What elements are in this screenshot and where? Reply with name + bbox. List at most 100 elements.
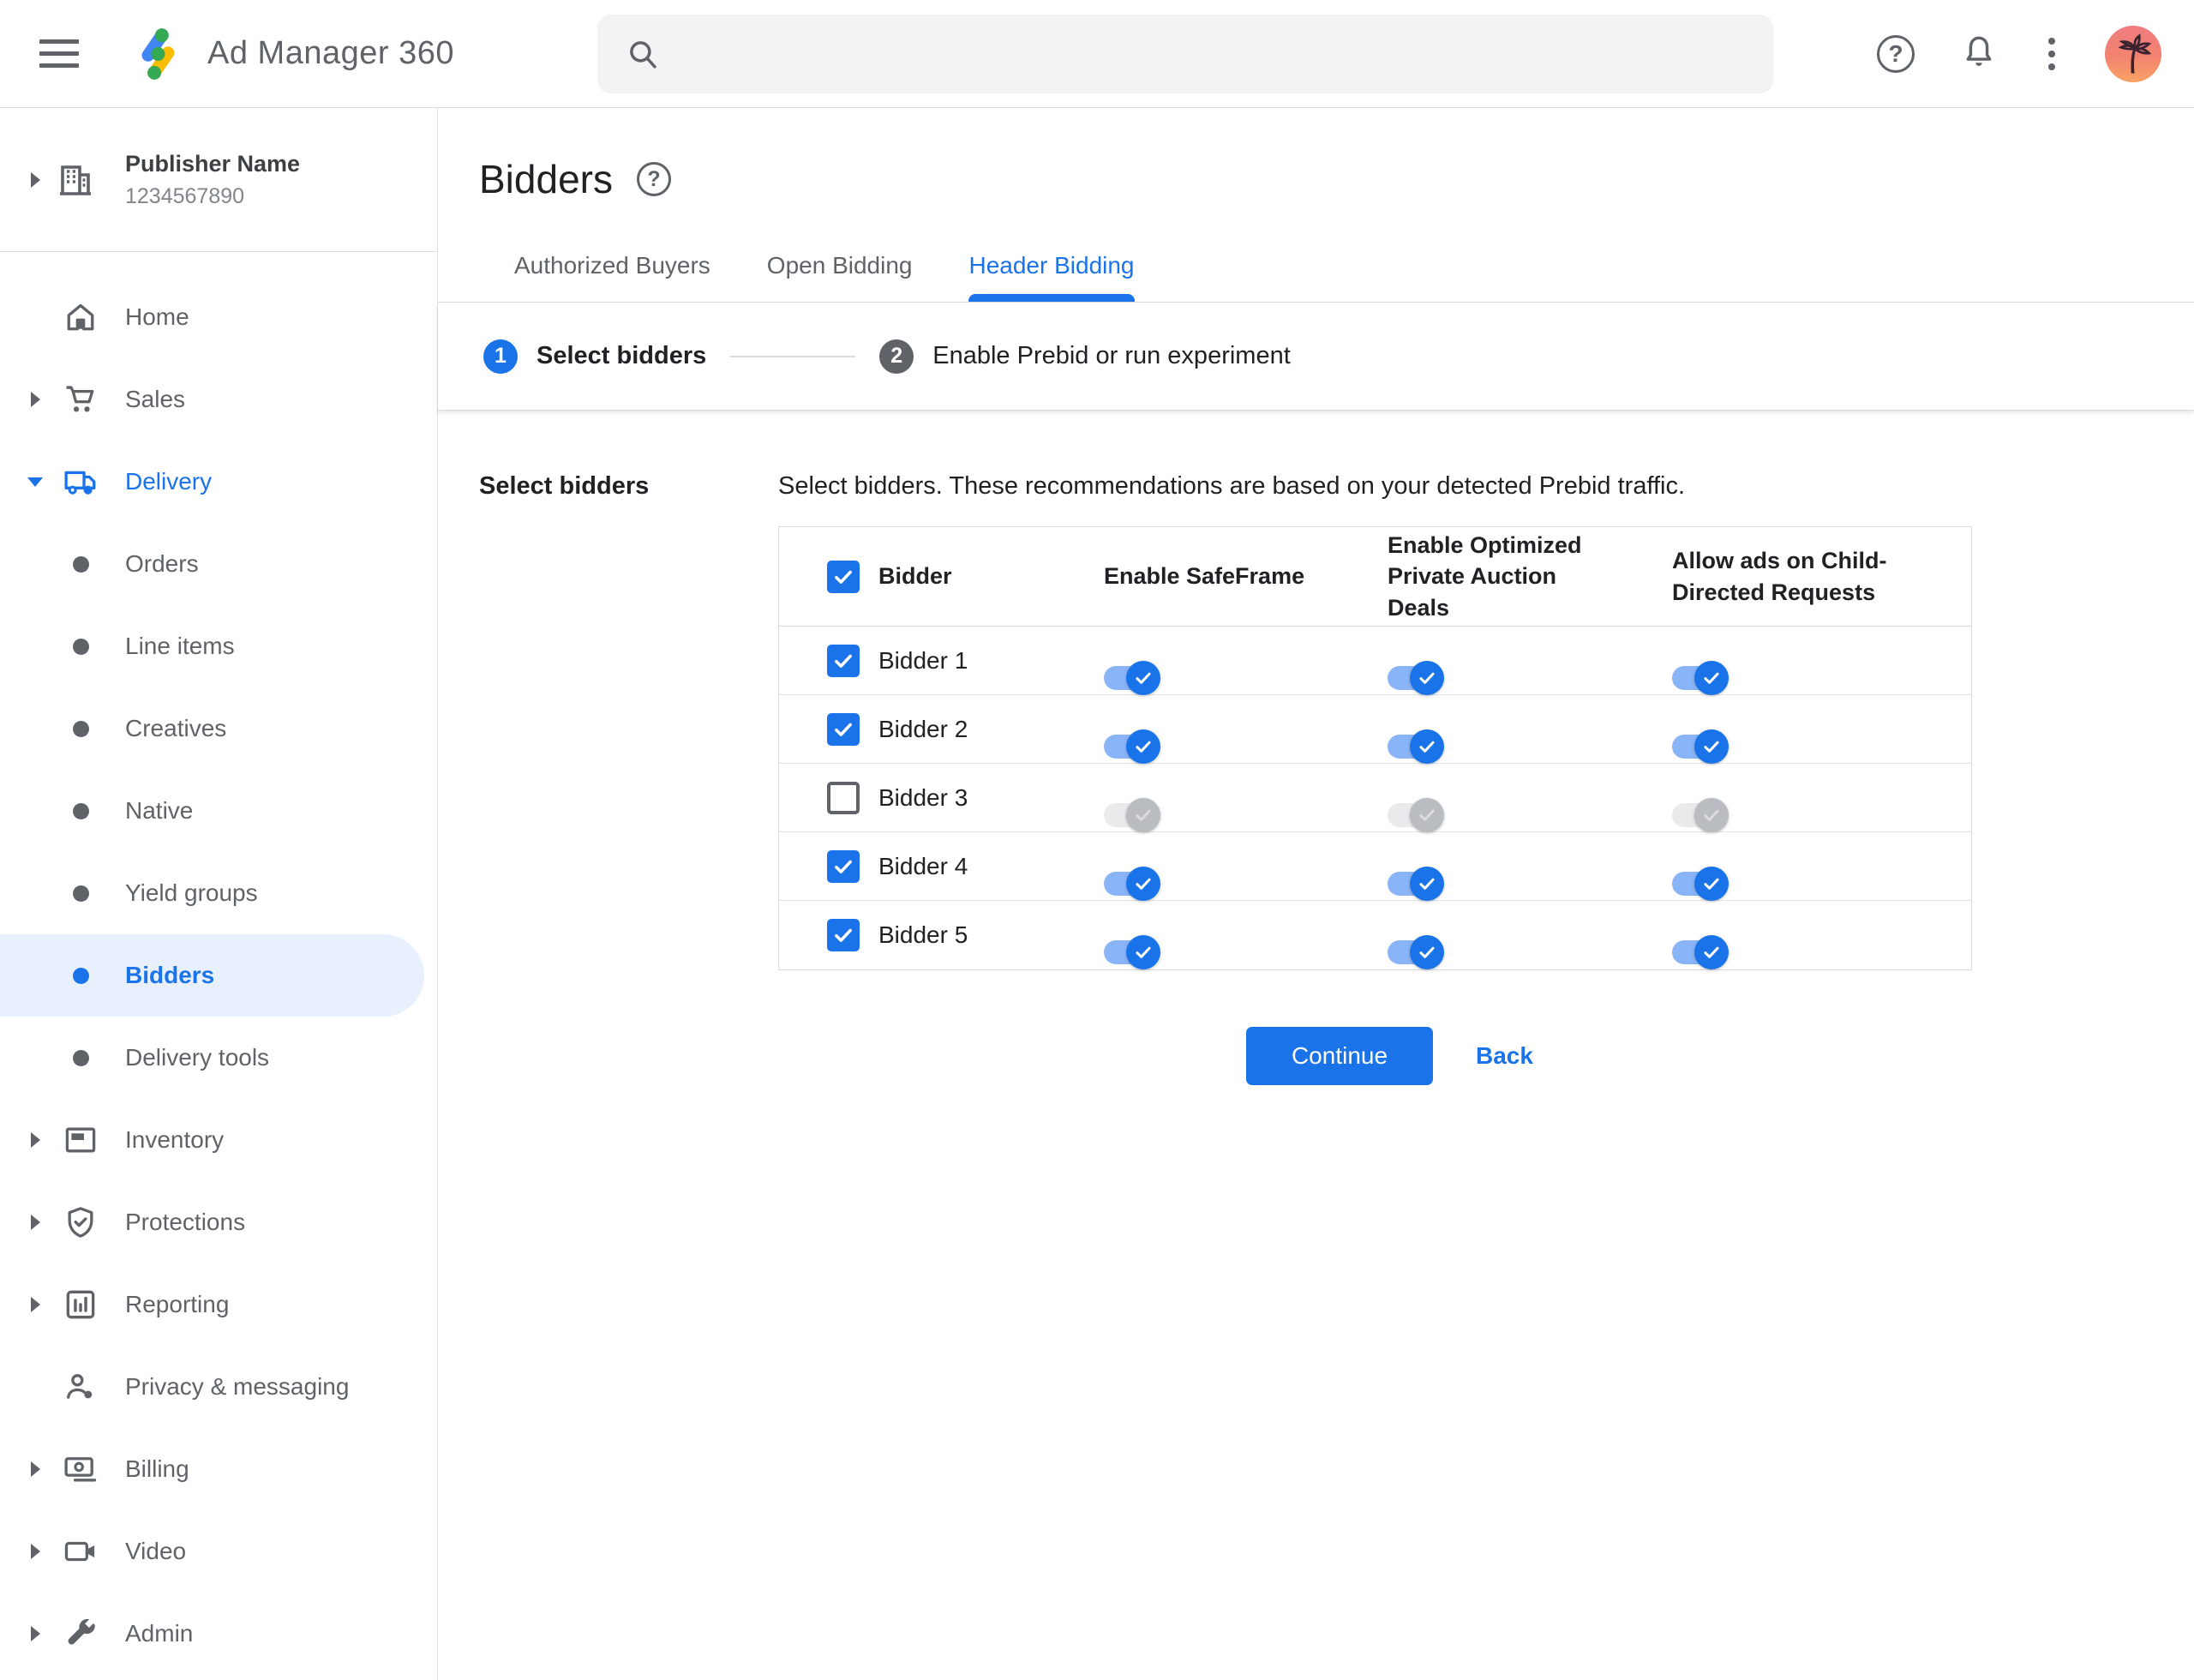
sidebar-item-creatives[interactable]: Creatives xyxy=(0,687,437,770)
tab-bar: Authorized Buyers Open Bidding Header Bidd… xyxy=(514,252,2194,302)
sidebar-nav: Home Sales Delivery Orders Line items Cr… xyxy=(0,252,437,1675)
sidebar-item-label: Admin xyxy=(125,1620,194,1647)
table-header-row: Bidder Enable SafeFrame Enable Optimized… xyxy=(779,527,1971,627)
sidebar-item-label: Protections xyxy=(125,1209,246,1235)
sidebar-item-home[interactable]: Home xyxy=(0,276,437,358)
bullet-icon xyxy=(53,792,108,830)
bidder-name: Bidder 1 xyxy=(878,646,968,674)
sidebar-item-label: Privacy & messaging xyxy=(125,1373,350,1400)
column-header-child-directed: Allow ads on Child-Directed Requests xyxy=(1672,548,1887,605)
sidebar-item-native[interactable]: Native xyxy=(0,770,437,852)
bidder-name: Bidder 3 xyxy=(878,783,968,811)
bullet-icon xyxy=(72,967,89,984)
sidebar-item-line-items[interactable]: Line items xyxy=(0,605,437,687)
sidebar-item-label: Yield groups xyxy=(125,879,258,906)
chevron-right-icon xyxy=(30,1461,40,1477)
section-label: Select bidders xyxy=(479,472,650,500)
bidder-name: Bidder 5 xyxy=(878,921,968,948)
sidebar-item-label: Inventory xyxy=(125,1126,225,1153)
sidebar-item-label: Reporting xyxy=(125,1291,230,1317)
section-description: Select bidders. These recommendations ar… xyxy=(778,472,1686,500)
tab-authorized-buyers[interactable]: Authorized Buyers xyxy=(514,252,710,302)
page-title-help-icon[interactable] xyxy=(636,162,671,196)
sidebar-item-label: Orders xyxy=(125,550,199,577)
sidebar-item-delivery[interactable]: Delivery xyxy=(0,441,437,523)
sidebar-item-inventory[interactable]: Inventory xyxy=(0,1099,437,1181)
building-icon xyxy=(60,165,91,195)
menu-icon[interactable] xyxy=(39,34,87,74)
sidebar-item-label: Home xyxy=(125,303,189,330)
back-link[interactable]: Back xyxy=(1476,1042,1533,1070)
publisher-name: Publisher Name xyxy=(125,150,301,177)
bullet-icon xyxy=(53,957,108,994)
report-icon xyxy=(53,1286,108,1323)
sidebar-item-protections[interactable]: Protections xyxy=(0,1181,437,1263)
column-header-optimized-deals: Enable Optimized Private Auction Deals xyxy=(1388,531,1582,621)
bidder-name: Bidder 2 xyxy=(878,715,968,742)
step-enable-prebid: 2 Enable Prebid or run experiment xyxy=(879,339,1291,374)
select-all-checkbox[interactable] xyxy=(827,560,860,593)
sidebar-item-sales[interactable]: Sales xyxy=(0,358,437,441)
cart-icon xyxy=(53,381,108,418)
step-1-circle: 1 xyxy=(483,339,518,374)
more-options-icon[interactable] xyxy=(2043,34,2060,74)
truck-icon xyxy=(53,463,108,501)
privacy-icon xyxy=(53,1368,108,1406)
row-checkbox[interactable] xyxy=(827,712,860,746)
notifications-icon[interactable] xyxy=(1959,33,1999,76)
billing-icon xyxy=(53,1450,108,1488)
help-icon[interactable] xyxy=(1877,35,1915,73)
chevron-right-icon xyxy=(30,1215,40,1230)
publisher-switcher[interactable]: Publisher Name 1234567890 xyxy=(0,108,437,252)
chevron-right-icon xyxy=(30,1132,40,1148)
chevron-right-icon xyxy=(30,171,40,188)
sidebar-item-label: Video xyxy=(125,1538,187,1564)
bidders-table: Bidder Enable SafeFrame Enable Optimized… xyxy=(778,526,1972,970)
sidebar-item-label: Sales xyxy=(125,386,186,412)
row-checkbox[interactable] xyxy=(827,849,860,883)
row-checkbox[interactable] xyxy=(827,919,860,951)
app-title: Ad Manager 360 xyxy=(207,35,454,71)
publisher-id: 1234567890 xyxy=(125,183,245,208)
sidebar: Publisher Name 1234567890 Home Sales Del… xyxy=(0,108,438,1680)
sidebar-item-admin[interactable]: Admin xyxy=(0,1593,437,1675)
sidebar-item-label: Delivery tools xyxy=(125,1044,270,1071)
step-connector xyxy=(730,355,856,357)
page-title: Bidders xyxy=(479,157,613,201)
video-icon xyxy=(53,1533,108,1570)
bullet-icon xyxy=(53,710,108,747)
table-row-bidder-5: Bidder 5 xyxy=(779,901,1971,969)
bullet-icon xyxy=(72,885,89,902)
sidebar-item-orders[interactable]: Orders xyxy=(0,523,437,605)
adunit-icon xyxy=(53,1121,108,1159)
step-select-bidders: 1 Select bidders xyxy=(483,339,706,374)
row-checkbox[interactable] xyxy=(827,644,860,677)
sidebar-item-reporting[interactable]: Reporting xyxy=(0,1263,437,1346)
chevron-right-icon xyxy=(30,1626,40,1641)
bullet-icon xyxy=(72,1049,89,1066)
continue-button[interactable]: Continue xyxy=(1246,1027,1433,1085)
row-checkbox[interactable] xyxy=(827,781,860,814)
chevron-right-icon xyxy=(30,392,40,407)
chevron-right-icon xyxy=(30,1544,40,1559)
tab-open-bidding[interactable]: Open Bidding xyxy=(767,252,913,302)
sidebar-item-billing[interactable]: Billing xyxy=(0,1428,437,1510)
search-bar[interactable] xyxy=(597,15,1773,93)
column-header-bidder: Bidder xyxy=(878,563,952,590)
account-avatar[interactable] xyxy=(2105,26,2161,82)
bidder-name: Bidder 4 xyxy=(878,852,968,879)
sidebar-item-delivery-tools[interactable]: Delivery tools xyxy=(0,1017,437,1099)
main-content: Bidders Authorized Buyers Open Bidding Hea… xyxy=(438,108,2194,1680)
tab-header-bidding[interactable]: Header Bidding xyxy=(968,252,1135,302)
bullet-icon xyxy=(72,638,89,655)
table-row-bidder-3: Bidder 3 xyxy=(779,764,1971,832)
sidebar-item-label: Bidders xyxy=(125,962,215,988)
sidebar-item-yield-groups[interactable]: Yield groups xyxy=(0,852,437,934)
chevron-right-icon xyxy=(30,1297,40,1312)
column-header-safeframe: Enable SafeFrame xyxy=(1104,563,1305,590)
search-input[interactable] xyxy=(680,39,1773,69)
sidebar-item-bidders[interactable]: Bidders xyxy=(0,934,424,1017)
bullet-icon xyxy=(53,1039,108,1077)
sidebar-item-privacy-messaging[interactable]: Privacy & messaging xyxy=(0,1346,437,1428)
sidebar-item-video[interactable]: Video xyxy=(0,1510,437,1593)
